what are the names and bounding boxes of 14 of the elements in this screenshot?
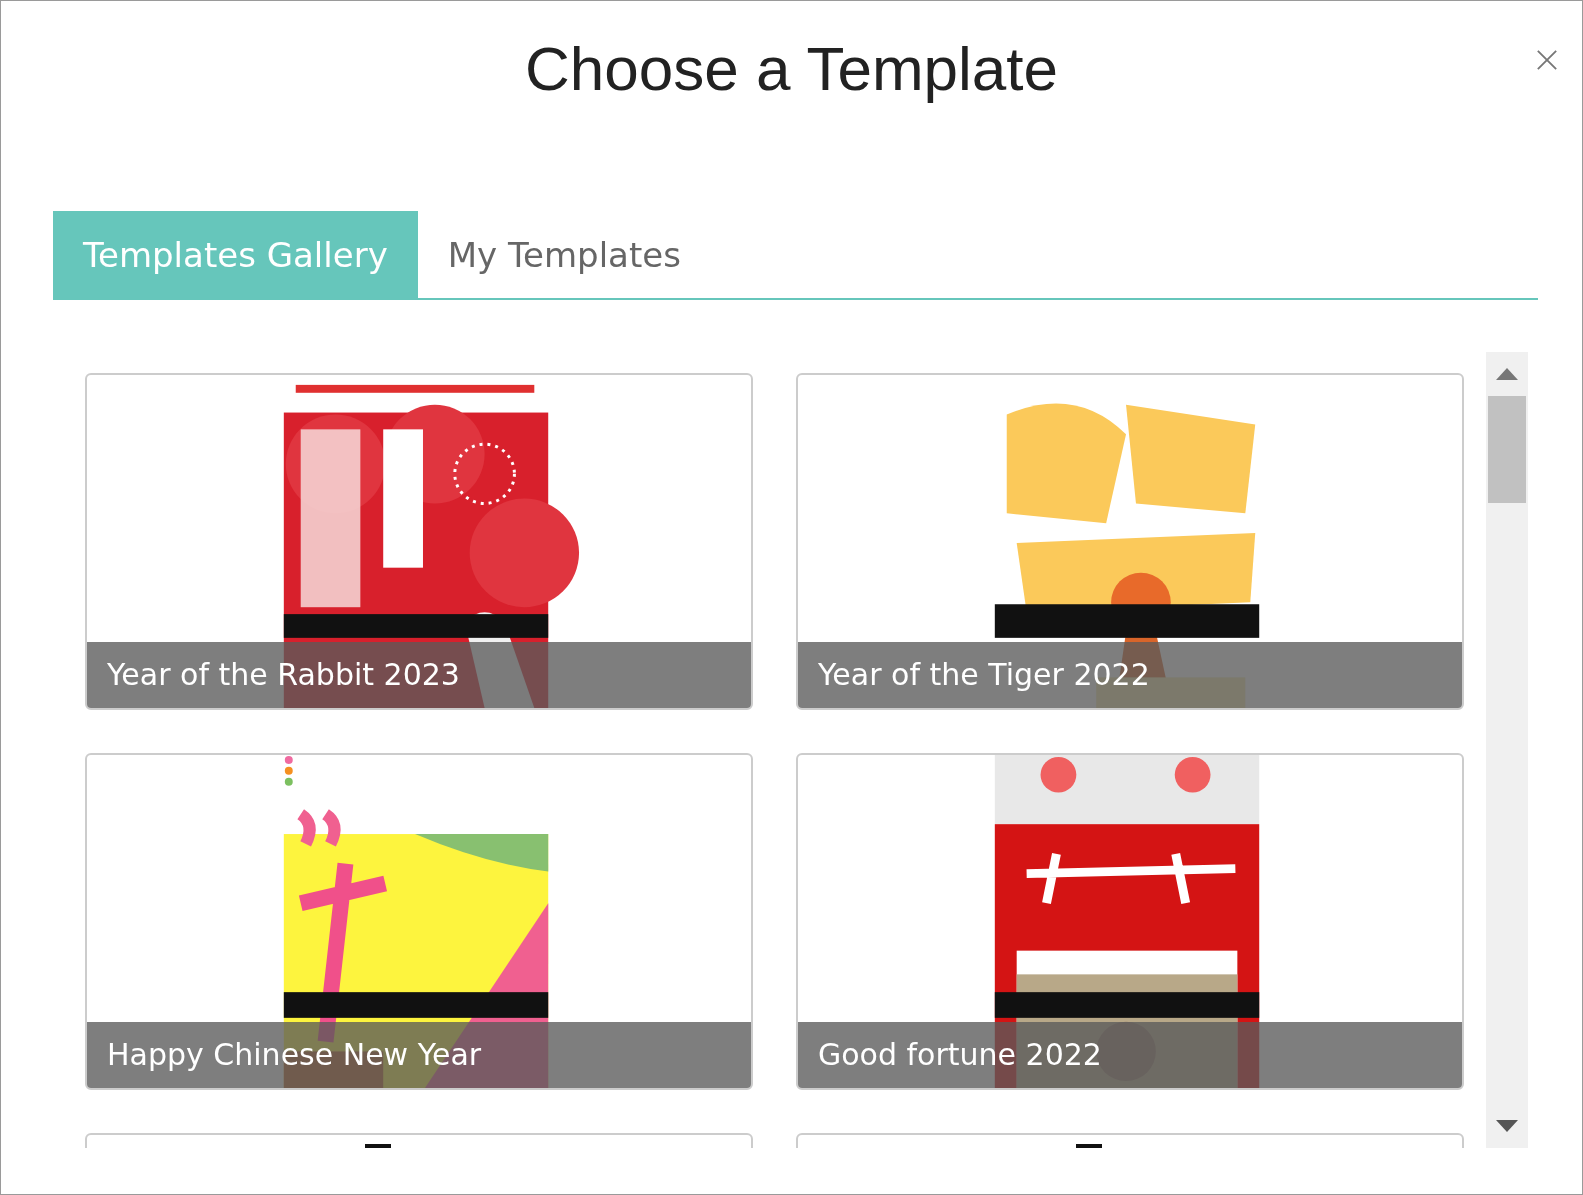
close-icon[interactable] [1536,49,1558,71]
template-title: Year of the Tiger 2022 [798,642,1462,708]
template-card[interactable]: Good fortune 2022 [796,753,1464,1090]
dialog-title: Choose a Template [524,33,1059,105]
template-card[interactable]: Year of the Tiger 2022 [796,373,1464,710]
scrollbar[interactable] [1486,352,1528,1148]
scrollbar-thumb[interactable] [1488,396,1526,503]
template-title: Happy Chinese New Year [87,1022,751,1088]
template-card[interactable]: Happy Chinese New Year [85,753,753,1090]
template-title: Good fortune 2022 [798,1022,1462,1088]
template-card[interactable]: Year of the Rabbit 2023 [85,373,753,710]
template-title: Year of the Rabbit 2023 [87,642,751,708]
scroll-down-icon[interactable] [1496,1120,1518,1132]
scroll-up-icon[interactable] [1496,368,1518,380]
